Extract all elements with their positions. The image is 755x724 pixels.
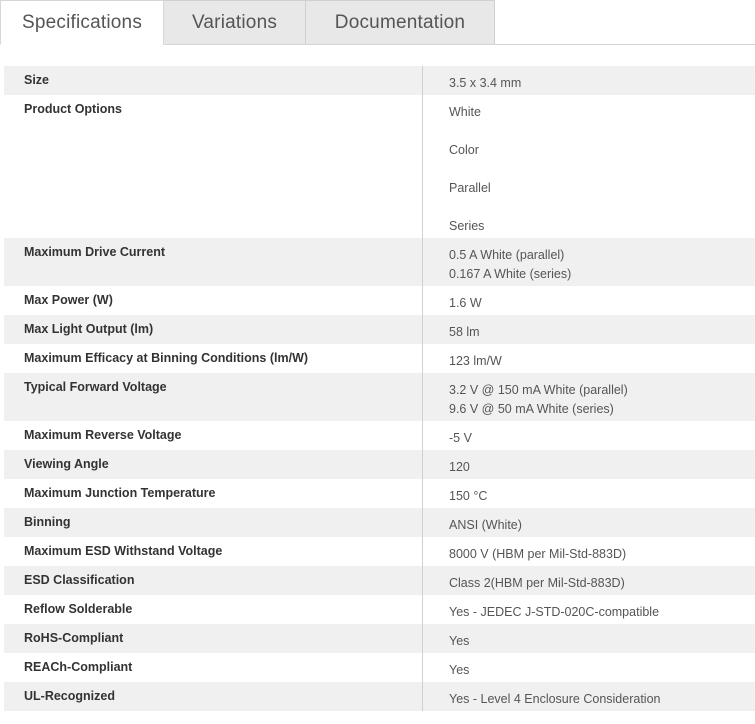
spec-value: 150 °C (423, 479, 755, 508)
spec-label: Max Power (W) (4, 286, 423, 315)
spec-label-text: Maximum ESD Withstand Voltage (24, 544, 223, 558)
spec-label-text: Maximum Reverse Voltage (24, 428, 182, 442)
spec-value: Yes (423, 653, 755, 682)
spec-value: White Color Parallel Series (423, 95, 755, 238)
spec-row: Maximum Drive Current 0.5 A White (parall… (4, 238, 755, 286)
spec-row: Max Light Output (lm) 58 lm (4, 315, 755, 344)
spec-value-line: 3.2 V @ 150 mA White (parallel) (449, 383, 628, 397)
spec-label: Maximum Junction Temperature (4, 479, 423, 508)
tab-variations[interactable]: Variations (164, 0, 306, 44)
spec-value-line: Yes (449, 663, 470, 677)
spec-value-line: 123 lm/W (449, 354, 502, 368)
spec-label: Maximum Reverse Voltage (4, 421, 423, 450)
spec-value-line: Class 2(HBM per Mil-Std-883D) (449, 576, 625, 590)
spec-value: 3.2 V @ 150 mA White (parallel) 9.6 V @ 5… (423, 373, 755, 421)
spec-row: Binning ANSI (White) (4, 508, 755, 537)
spec-label-text: Size (24, 73, 50, 87)
spec-label-text: Viewing Angle (24, 457, 109, 471)
spec-row: ESD Classification Class 2(HBM per Mil-St… (4, 566, 755, 595)
spec-row: Reflow Solderable Yes - JEDEC J-STD-020C-… (4, 595, 755, 624)
spec-value-line: 58 lm (449, 325, 480, 339)
spec-row: Maximum ESD Withstand Voltage 8000 V (HBM… (4, 537, 755, 566)
spec-label: Viewing Angle (4, 450, 423, 479)
spec-label: Product Options (4, 95, 423, 238)
spec-label: Size (4, 66, 423, 95)
spec-value-line: Yes (449, 634, 470, 648)
spec-value-line: Yes - JEDEC J-STD-020C-compatible (449, 605, 660, 619)
spec-row: Typical Forward Voltage 3.2 V @ 150 mA Wh… (4, 373, 755, 421)
spec-label-text: Binning (24, 515, 71, 529)
spec-label-text: Maximum Junction Temperature (24, 486, 216, 500)
spec-row: Size 3.5 x 3.4 mm (4, 66, 755, 95)
spec-row: Product Options White Color Parallel Series (4, 95, 755, 238)
spec-value: 58 lm (423, 315, 755, 344)
spec-value: 1.6 W (423, 286, 755, 315)
spec-label: Reflow Solderable (4, 595, 423, 624)
specifications-table: Size 3.5 x 3.4 mm Product Options White Colo… (4, 66, 755, 711)
spec-value-line: Color (449, 143, 479, 157)
spec-label-text: Maximum Drive Current (24, 245, 166, 259)
spec-value-line: White (449, 105, 481, 119)
spec-value-line: 3.5 x 3.4 mm (449, 76, 522, 90)
spec-row: UL-Recognized Yes - Level 4 Enclosure Con… (4, 682, 755, 711)
spec-value-line: 120 (449, 460, 470, 474)
tab-bar: Specifications Variations Documentation (0, 0, 755, 45)
spec-label: ESD Classification (4, 566, 423, 595)
spec-label: UL-Recognized (4, 682, 423, 711)
spec-value-line: -5 V (449, 431, 472, 445)
spec-label-text: Product Options (24, 102, 122, 116)
tab-specifications[interactable]: Specifications (0, 0, 164, 45)
spec-value-line: 8000 V (HBM per Mil-Std-883D) (449, 547, 627, 561)
spec-label: Maximum ESD Withstand Voltage (4, 537, 423, 566)
spec-value-line: 9.6 V @ 50 mA White (series) (449, 402, 614, 416)
spec-label-text: Max Light Output (lm) (24, 322, 154, 336)
spec-value: 120 (423, 450, 755, 479)
spec-label: RoHS-Compliant (4, 624, 423, 653)
spec-label: Max Light Output (lm) (4, 315, 423, 344)
spec-value-line: Yes - Level 4 Enclosure Consideration (449, 692, 661, 706)
spec-label: Maximum Drive Current (4, 238, 423, 286)
spec-row: RoHS-Compliant Yes (4, 624, 755, 653)
spec-label-text: RoHS-Compliant (24, 631, 124, 645)
spec-value: 123 lm/W (423, 344, 755, 373)
spec-value: 0.5 A White (parallel) 0.167 A White (ser… (423, 238, 755, 286)
spec-row: Maximum Reverse Voltage -5 V (4, 421, 755, 450)
spec-value: Yes - Level 4 Enclosure Consideration (423, 682, 755, 711)
tab-documentation[interactable]: Documentation (306, 0, 495, 44)
spec-row: REACh-Compliant Yes (4, 653, 755, 682)
spec-label-text: UL-Recognized (24, 689, 115, 703)
spec-row: Maximum Junction Temperature 150 °C (4, 479, 755, 508)
spec-label-text: Maximum Efficacy at Binning Conditions (… (24, 351, 309, 365)
spec-row: Max Power (W) 1.6 W (4, 286, 755, 315)
spec-value-line: 0.5 A White (parallel) (449, 248, 565, 262)
spec-value-line: 1.6 W (449, 296, 482, 310)
spec-label-text: ESD Classification (24, 573, 135, 587)
spec-label: Typical Forward Voltage (4, 373, 423, 421)
spec-value-line: 0.167 A White (series) (449, 267, 572, 281)
spec-label-text: Typical Forward Voltage (24, 380, 167, 394)
spec-label-text: REACh-Compliant (24, 660, 133, 674)
spec-value: ANSI (White) (423, 508, 755, 537)
spec-value: 8000 V (HBM per Mil-Std-883D) (423, 537, 755, 566)
spec-value: Yes - JEDEC J-STD-020C-compatible (423, 595, 755, 624)
spec-label-text: Max Power (W) (24, 293, 113, 307)
spec-row: Maximum Efficacy at Binning Conditions (… (4, 344, 755, 373)
spec-label: Maximum Efficacy at Binning Conditions (… (4, 344, 423, 373)
spec-label: Binning (4, 508, 423, 537)
spec-value: 3.5 x 3.4 mm (423, 66, 755, 95)
spec-value-line: Parallel (449, 181, 491, 195)
spec-label-text: Reflow Solderable (24, 602, 133, 616)
spec-value-line: ANSI (White) (449, 518, 522, 532)
spec-row: Viewing Angle 120 (4, 450, 755, 479)
spec-value-line: 150 °C (449, 489, 488, 503)
spec-value: Class 2(HBM per Mil-Std-883D) (423, 566, 755, 595)
spec-label: REACh-Compliant (4, 653, 423, 682)
spec-value: Yes (423, 624, 755, 653)
spec-value: -5 V (423, 421, 755, 450)
